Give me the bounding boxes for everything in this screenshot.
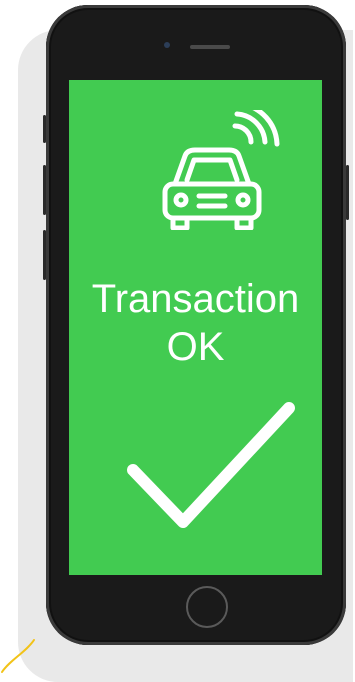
home-button[interactable]: [186, 586, 228, 628]
mute-switch: [43, 115, 46, 143]
phone-screen: Transaction OK: [69, 80, 322, 575]
transaction-status-title: Transaction OK: [69, 275, 322, 371]
title-line-2: OK: [166, 325, 225, 369]
stage: Transaction OK: [0, 0, 355, 682]
phone-device: Transaction OK: [43, 5, 349, 645]
car-wireless-icon: [162, 110, 280, 230]
checkmark-icon: [127, 402, 295, 528]
earpiece-speaker: [190, 45, 230, 49]
power-button: [346, 165, 349, 220]
front-camera: [164, 42, 170, 48]
volume-up-button: [43, 165, 46, 215]
scribble-decoration: [1, 639, 35, 673]
title-line-1: Transaction: [91, 277, 300, 321]
volume-down-button: [43, 230, 46, 280]
